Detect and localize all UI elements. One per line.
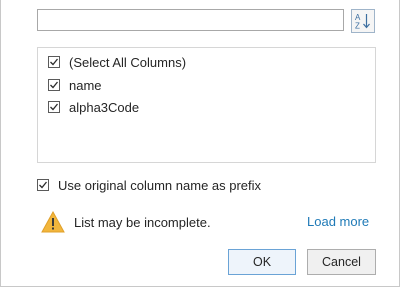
expand-columns-panel: A Z (Select All Columns) name alpha3Code (0, 0, 400, 287)
checkmark-icon (50, 81, 59, 89)
checkbox[interactable] (48, 79, 60, 91)
cancel-button[interactable]: Cancel (307, 249, 376, 275)
warning-message: List may be incomplete. (41, 211, 211, 233)
checkbox[interactable] (48, 56, 60, 68)
sort-button[interactable]: A Z (351, 9, 375, 33)
prefix-option-label: Use original column name as prefix (58, 177, 262, 193)
checkmark-icon (39, 181, 48, 189)
search-input[interactable] (37, 9, 344, 31)
sort-az-icon: A Z (355, 13, 370, 31)
list-item-label: alpha3Code (69, 99, 140, 115)
warning-text: List may be incomplete. (74, 214, 211, 230)
warning-icon (41, 211, 65, 233)
columns-list: (Select All Columns) name alpha3Code (37, 47, 376, 163)
list-item-label: (Select All Columns) (69, 54, 187, 70)
list-item-name[interactable]: name (48, 76, 102, 94)
svg-text:Z: Z (355, 22, 360, 31)
load-more-link[interactable]: Load more (307, 214, 369, 229)
list-item-select-all[interactable]: (Select All Columns) (48, 53, 186, 71)
list-item-alpha3code[interactable]: alpha3Code (48, 98, 139, 116)
ok-button[interactable]: OK (228, 249, 296, 275)
checkbox[interactable] (48, 101, 60, 113)
checkmark-icon (50, 103, 59, 111)
checkmark-icon (50, 58, 59, 66)
prefix-option[interactable]: Use original column name as prefix (37, 176, 261, 194)
prefix-checkbox[interactable] (37, 179, 49, 191)
list-item-label: name (69, 77, 102, 93)
